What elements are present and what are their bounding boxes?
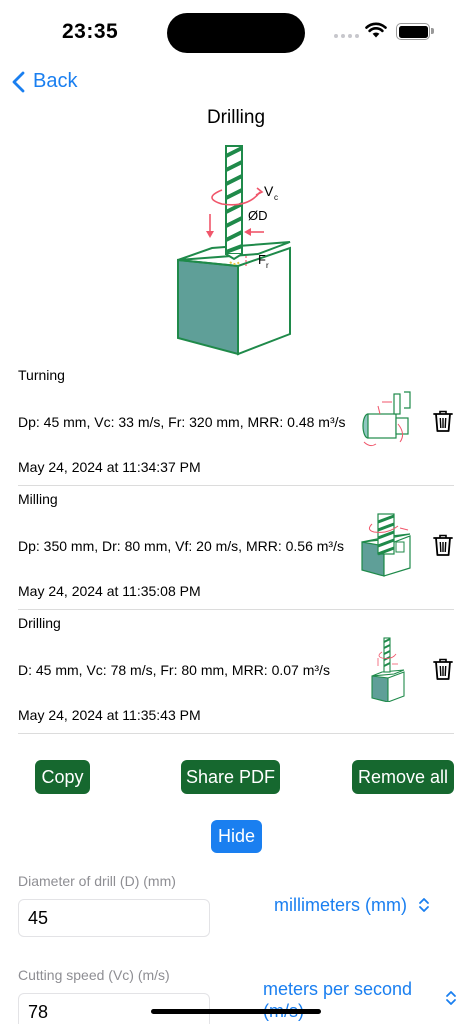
history-entry-drilling: Drilling D: 45 mm, Vc: 78 m/s, Fr: 80 mm… bbox=[18, 610, 454, 734]
history-entry-turning: Turning Dp: 45 mm, Vc: 33 m/s, Fr: 320 m… bbox=[18, 362, 454, 486]
diameter-label: ØD bbox=[248, 208, 268, 223]
cutting-speed-unit-select[interactable]: meters per second (m/s) bbox=[263, 978, 412, 1022]
diameter-unit-select[interactable]: millimeters (mm) bbox=[274, 895, 407, 916]
status-bar: 23:35 bbox=[0, 0, 472, 60]
entry-date: May 24, 2024 at 11:35:08 PM bbox=[18, 583, 201, 599]
chevron-up-down-icon[interactable] bbox=[418, 897, 430, 913]
status-time: 23:35 bbox=[62, 20, 119, 43]
unit-line-1: meters per second bbox=[263, 979, 413, 999]
diameter-input[interactable]: 45 bbox=[18, 899, 210, 937]
drilling-icon bbox=[371, 637, 405, 702]
history-list: Turning Dp: 45 mm, Vc: 33 m/s, Fr: 320 m… bbox=[18, 362, 454, 734]
chevron-left-icon bbox=[12, 71, 25, 92]
entry-title: Turning bbox=[18, 367, 65, 383]
dynamic-island bbox=[167, 13, 305, 53]
history-entry-milling: Milling Dp: 350 mm, Dr: 80 mm, Vf: 20 m/… bbox=[18, 486, 454, 610]
page-title: Drilling bbox=[206, 107, 266, 128]
cellular-signal-icon bbox=[334, 34, 359, 38]
back-button[interactable]: Back bbox=[12, 70, 77, 93]
delete-entry-icon[interactable] bbox=[432, 409, 454, 433]
entry-title: Drilling bbox=[18, 615, 61, 631]
entry-description: D: 45 mm, Vc: 78 m/s, Fr: 80 mm, MRR: 0.… bbox=[18, 662, 330, 678]
entry-description: Dp: 350 mm, Dr: 80 mm, Vf: 20 m/s, MRR: … bbox=[18, 538, 344, 554]
fr-label: F bbox=[258, 252, 266, 267]
entry-description: Dp: 45 mm, Vc: 33 m/s, Fr: 320 mm, MRR: … bbox=[18, 414, 346, 430]
remove-all-button[interactable]: Remove all bbox=[352, 760, 454, 794]
battery-icon bbox=[396, 23, 434, 40]
svg-text:r: r bbox=[266, 261, 269, 270]
wifi-icon bbox=[365, 22, 387, 38]
diameter-label: Diameter of drill (D) (mm) bbox=[18, 873, 176, 889]
copy-button[interactable]: Copy bbox=[35, 760, 90, 794]
share-pdf-button[interactable]: Share PDF bbox=[181, 760, 280, 794]
drilling-diagram: V c ØD F r bbox=[177, 145, 291, 356]
back-label: Back bbox=[33, 70, 78, 92]
home-indicator bbox=[151, 1009, 321, 1014]
chevron-up-down-icon[interactable] bbox=[445, 990, 457, 1006]
hide-button[interactable]: Hide bbox=[211, 820, 262, 853]
entry-title: Milling bbox=[18, 491, 58, 507]
entry-date: May 24, 2024 at 11:34:37 PM bbox=[18, 459, 201, 475]
milling-icon bbox=[361, 513, 411, 577]
svg-text:c: c bbox=[274, 193, 278, 202]
delete-entry-icon[interactable] bbox=[432, 533, 454, 557]
cutting-speed-label: Cutting speed (Vc) (m/s) bbox=[18, 967, 170, 983]
vc-label: V bbox=[264, 183, 274, 199]
delete-entry-icon[interactable] bbox=[432, 657, 454, 681]
turning-icon bbox=[362, 391, 411, 447]
entry-date: May 24, 2024 at 11:35:43 PM bbox=[18, 707, 201, 723]
